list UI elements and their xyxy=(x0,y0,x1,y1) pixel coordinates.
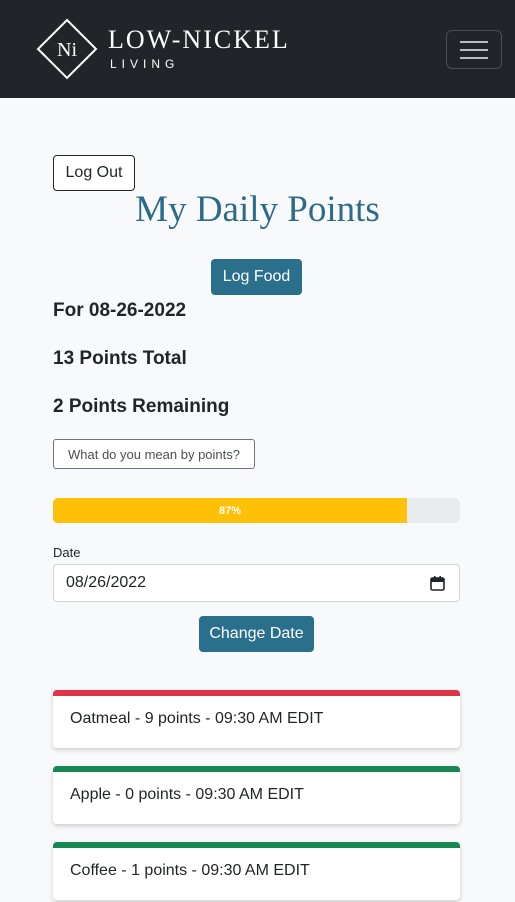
points-progress: 87% xyxy=(53,498,460,523)
calendar-icon[interactable] xyxy=(430,576,445,591)
date-label: Date xyxy=(53,545,81,560)
brand-title: LOW-NICKEL xyxy=(108,25,290,54)
date-line: For 08-26-2022 xyxy=(53,300,187,321)
date-input[interactable]: 08/26/2022 xyxy=(53,564,460,602)
navbar: Ni LOW-NICKEL LIVING xyxy=(0,0,515,98)
food-entry-text: Oatmeal - 9 points - 09:30 AM EDIT xyxy=(70,710,324,727)
main-content: Log Out My Daily Points Log Food For 08-… xyxy=(0,98,515,902)
brand-subtitle: LIVING xyxy=(110,57,180,71)
points-total: 13 Points Total xyxy=(53,348,187,369)
change-date-button[interactable]: Change Date xyxy=(199,616,314,652)
date-input-value: 08/26/2022 xyxy=(66,574,147,591)
svg-text:Ni: Ni xyxy=(57,39,77,61)
food-entry-text: Coffee - 1 points - 09:30 AM EDIT xyxy=(70,862,310,879)
log-food-button[interactable]: Log Food xyxy=(211,259,302,295)
logout-button[interactable]: Log Out xyxy=(53,155,135,191)
points-remaining: 2 Points Remaining xyxy=(53,396,230,417)
food-entry-text: Apple - 0 points - 09:30 AM EDIT xyxy=(70,786,304,803)
logo-diamond-icon: Ni xyxy=(36,18,98,80)
hamburger-icon xyxy=(460,40,488,59)
progress-bar-fill: 87% xyxy=(53,498,408,523)
menu-toggle-button[interactable] xyxy=(446,30,502,69)
food-entry-card[interactable]: Coffee - 1 points - 09:30 AM EDIT xyxy=(53,842,460,900)
brand-logo[interactable]: Ni LOW-NICKEL LIVING xyxy=(36,18,316,80)
food-entry-card[interactable]: Oatmeal - 9 points - 09:30 AM EDIT xyxy=(53,690,460,748)
points-help-button[interactable]: What do you mean by points? xyxy=(53,439,255,469)
food-entry-card[interactable]: Apple - 0 points - 09:30 AM EDIT xyxy=(53,766,460,824)
page-title: My Daily Points xyxy=(135,189,380,230)
